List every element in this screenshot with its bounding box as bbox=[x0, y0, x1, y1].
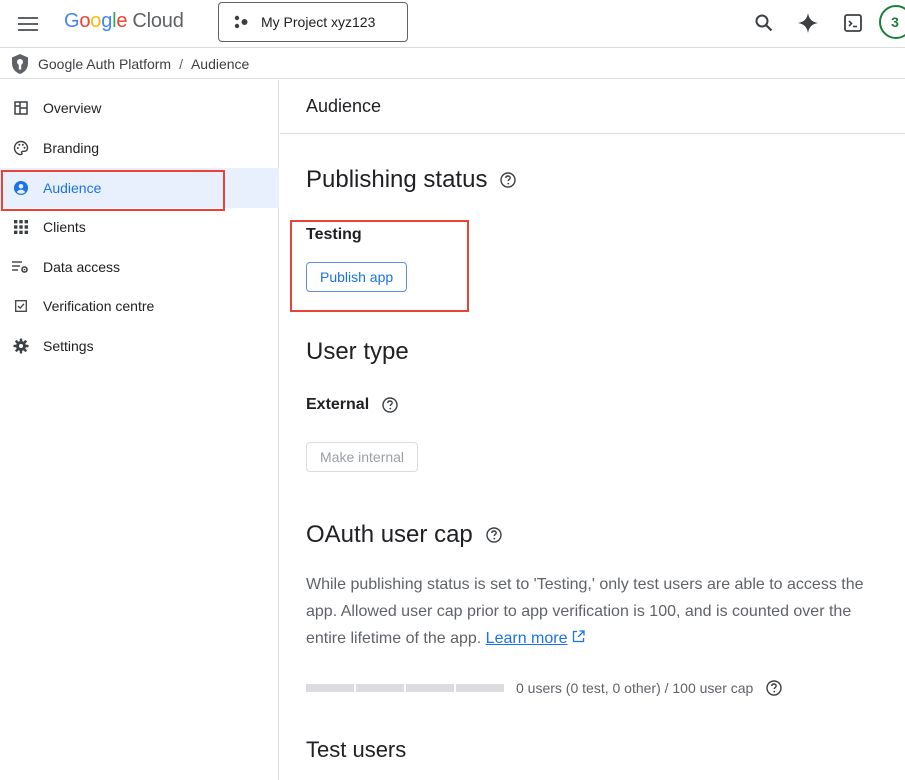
test-users-title: Test users bbox=[306, 737, 407, 762]
sidebar-item-label: Branding bbox=[43, 140, 100, 156]
sidebar-item-label: Verification centre bbox=[43, 298, 155, 314]
menu-icon[interactable] bbox=[16, 12, 40, 36]
search-icon[interactable] bbox=[751, 10, 777, 36]
sidebar-nav: Overview Branding Audience Clients Data … bbox=[0, 80, 279, 780]
user-cap-usage-text: 0 users (0 test, 0 other) / 100 user cap bbox=[516, 680, 754, 696]
oauth-user-cap-heading: OAuth user cap bbox=[306, 521, 503, 549]
oauth-user-cap-title: OAuth user cap bbox=[306, 521, 473, 548]
user-type-row: External bbox=[306, 396, 399, 414]
breadcrumb-item-auth-platform[interactable]: Google Auth Platform bbox=[38, 56, 171, 72]
sidebar-item-settings[interactable]: Settings bbox=[0, 326, 279, 366]
shield-icon bbox=[12, 53, 28, 74]
sidebar-item-data-access[interactable]: Data access bbox=[0, 247, 279, 287]
publishing-status-heading: Publishing status bbox=[306, 166, 517, 194]
publishing-status-value: Testing bbox=[306, 226, 362, 243]
publishing-status-title: Publishing status bbox=[306, 166, 488, 193]
project-picker-button[interactable]: My Project xyz123 bbox=[218, 2, 408, 42]
cloud-shell-icon[interactable] bbox=[840, 10, 866, 36]
page-title: Audience bbox=[306, 96, 382, 116]
highlight-box-audience bbox=[1, 170, 225, 211]
project-name: My Project xyz123 bbox=[261, 14, 376, 30]
sidebar-item-label: Overview bbox=[43, 100, 102, 116]
project-icon bbox=[234, 15, 248, 29]
page-header: Audience bbox=[280, 80, 905, 134]
sidebar-item-label: Data access bbox=[43, 259, 121, 275]
account-avatar[interactable]: 3 bbox=[879, 5, 905, 39]
apps-grid-icon bbox=[11, 217, 31, 237]
user-type-title: User type bbox=[306, 338, 409, 365]
publish-app-button[interactable]: Publish app bbox=[306, 262, 408, 292]
user-type-value: External bbox=[306, 396, 370, 413]
logo-cloud-text: Cloud bbox=[132, 10, 184, 32]
sidebar-item-verification-centre[interactable]: Verification centre bbox=[0, 286, 279, 326]
data-settings-icon bbox=[11, 257, 31, 277]
user-cap-progress-bar bbox=[306, 684, 504, 692]
main-content: Audience Publishing status Testing Publi… bbox=[280, 80, 905, 780]
sidebar-item-branding[interactable]: Branding bbox=[0, 128, 279, 168]
help-icon[interactable] bbox=[765, 679, 783, 697]
help-icon[interactable] bbox=[381, 396, 399, 414]
breadcrumb-item-audience: Audience bbox=[190, 55, 250, 72]
help-icon[interactable] bbox=[485, 526, 503, 544]
learn-more-text: Learn more bbox=[485, 630, 568, 647]
learn-more-link[interactable]: Learn more bbox=[486, 630, 568, 647]
make-internal-button: Make internal bbox=[306, 442, 419, 472]
palette-icon bbox=[11, 138, 31, 158]
oauth-user-cap-description: While publishing status is set to 'Testi… bbox=[306, 571, 886, 652]
checkbox-icon bbox=[11, 296, 31, 316]
gemini-sparkle-icon[interactable] bbox=[795, 10, 821, 36]
sidebar-item-overview[interactable]: Overview bbox=[0, 88, 279, 128]
breadcrumb: Google Auth Platform / Audience bbox=[0, 49, 905, 79]
gear-icon bbox=[11, 336, 31, 356]
google-cloud-logo[interactable]: Google Cloud bbox=[64, 10, 184, 33]
sidebar-item-label: Settings bbox=[43, 338, 94, 354]
dashboard-icon bbox=[11, 98, 31, 118]
help-icon[interactable] bbox=[499, 171, 517, 189]
breadcrumb-separator: / bbox=[179, 55, 183, 72]
user-cap-usage-row: 0 users (0 test, 0 other) / 100 user cap bbox=[306, 678, 783, 698]
external-link-icon bbox=[572, 630, 585, 643]
sidebar-item-label: Clients bbox=[43, 219, 86, 235]
top-app-bar: Google Cloud My Project xyz123 3 bbox=[0, 0, 905, 48]
sidebar-item-clients[interactable]: Clients bbox=[0, 207, 279, 247]
